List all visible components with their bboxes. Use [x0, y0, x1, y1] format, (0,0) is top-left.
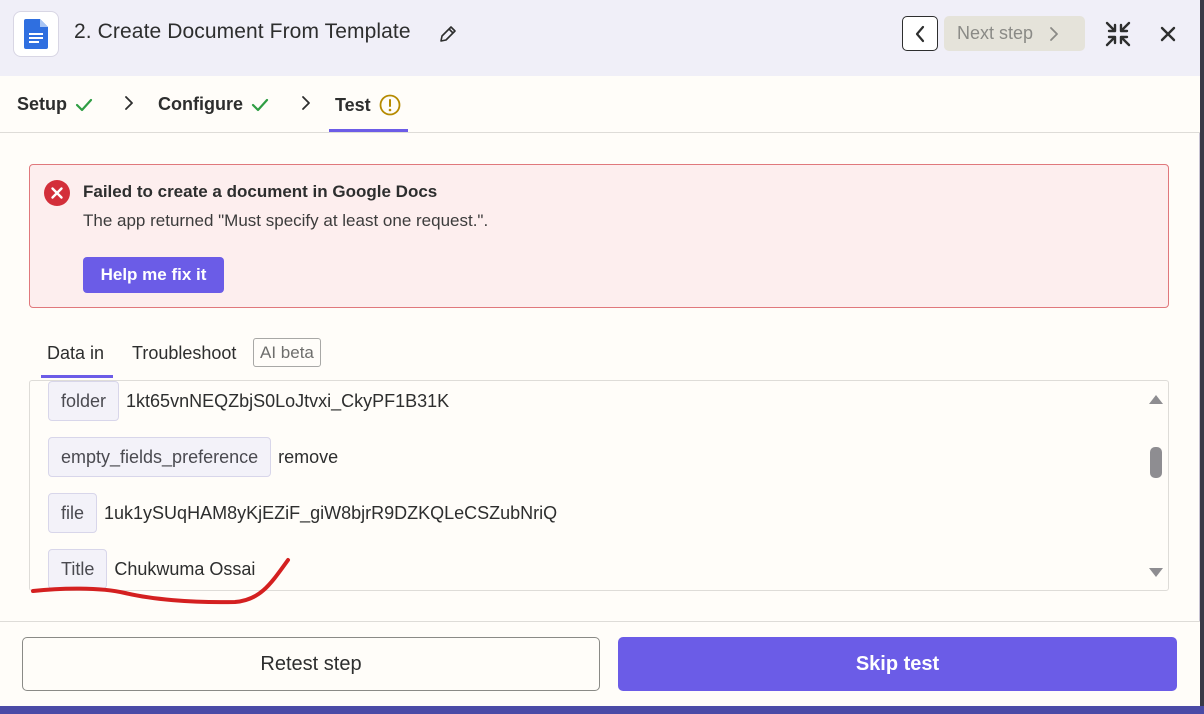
tab-troubleshoot[interactable]: Troubleshoot — [132, 343, 236, 364]
tab-data-in[interactable]: Data in — [47, 343, 104, 364]
error-alert: Failed to create a document in Google Do… — [29, 164, 1169, 308]
chevron-left-icon — [915, 25, 925, 42]
check-icon — [75, 98, 93, 111]
error-icon — [44, 180, 70, 206]
chevron-right-icon — [1050, 26, 1058, 41]
ai-beta-badge: AI beta — [253, 338, 321, 367]
next-step-label: Next step — [957, 23, 1034, 43]
scroll-down-arrow-icon[interactable] — [1148, 567, 1164, 579]
scroll-up-arrow-icon[interactable] — [1148, 393, 1164, 405]
field-value: remove — [278, 446, 339, 467]
window-bottom-edge — [0, 706, 1204, 714]
step-tabs: Setup Configure Test — [0, 76, 1200, 133]
skip-test-button[interactable]: Skip test — [618, 637, 1177, 691]
field-key: file — [48, 493, 98, 533]
field-key: folder — [48, 381, 120, 421]
tab-test[interactable]: Test — [335, 94, 401, 116]
active-tab-indicator — [329, 129, 408, 132]
chevron-right-icon — [125, 96, 133, 110]
panel-footer: Retest step Skip test — [0, 621, 1200, 706]
previous-step-button[interactable] — [902, 16, 938, 51]
error-message: The app returned "Must specify at least … — [83, 211, 489, 230]
error-title: Failed to create a document in Google Do… — [83, 182, 438, 201]
list-item: folder 1kt65vnNEQZbjS0LoJtvxi_CkyPF1B31K — [48, 381, 449, 421]
collapse-icon[interactable] — [1104, 20, 1132, 48]
check-icon — [251, 98, 269, 111]
pencil-icon[interactable] — [438, 24, 458, 44]
tab-test-label: Test — [335, 94, 371, 115]
retest-step-button[interactable]: Retest step — [22, 637, 600, 691]
warning-circle-icon — [379, 94, 401, 116]
tab-configure[interactable]: Configure — [158, 94, 269, 115]
help-me-fix-button[interactable]: Help me fix it — [83, 257, 224, 293]
field-value: 1uk1ySUqHAM8yKjEZiF_giW8bjrR9DZKQLeCSZub… — [104, 502, 558, 523]
google-docs-icon — [13, 11, 59, 57]
list-item: empty_fields_preference remove — [48, 437, 338, 477]
next-step-button[interactable]: Next step — [944, 16, 1085, 51]
active-data-tab-indicator — [41, 375, 113, 378]
field-value: 1kt65vnNEQZbjS0LoJtvxi_CkyPF1B31K — [126, 390, 450, 411]
list-item: file 1uk1ySUqHAM8yKjEZiF_giW8bjrR9DZKQLe… — [48, 493, 557, 533]
field-key: empty_fields_preference — [48, 437, 272, 477]
step-editor-panel: 2. Create Document From Template Next st… — [0, 0, 1200, 706]
annotation-underline — [31, 558, 290, 605]
step-title: 2. Create Document From Template — [74, 20, 411, 43]
tab-configure-label: Configure — [158, 94, 243, 114]
close-icon[interactable] — [1158, 24, 1178, 44]
tab-setup-label: Setup — [17, 94, 68, 114]
scrollbar-thumb[interactable] — [1150, 447, 1162, 478]
chevron-right-icon — [302, 96, 310, 110]
panel-header: 2. Create Document From Template Next st… — [0, 0, 1200, 76]
tab-setup[interactable]: Setup — [17, 94, 93, 115]
